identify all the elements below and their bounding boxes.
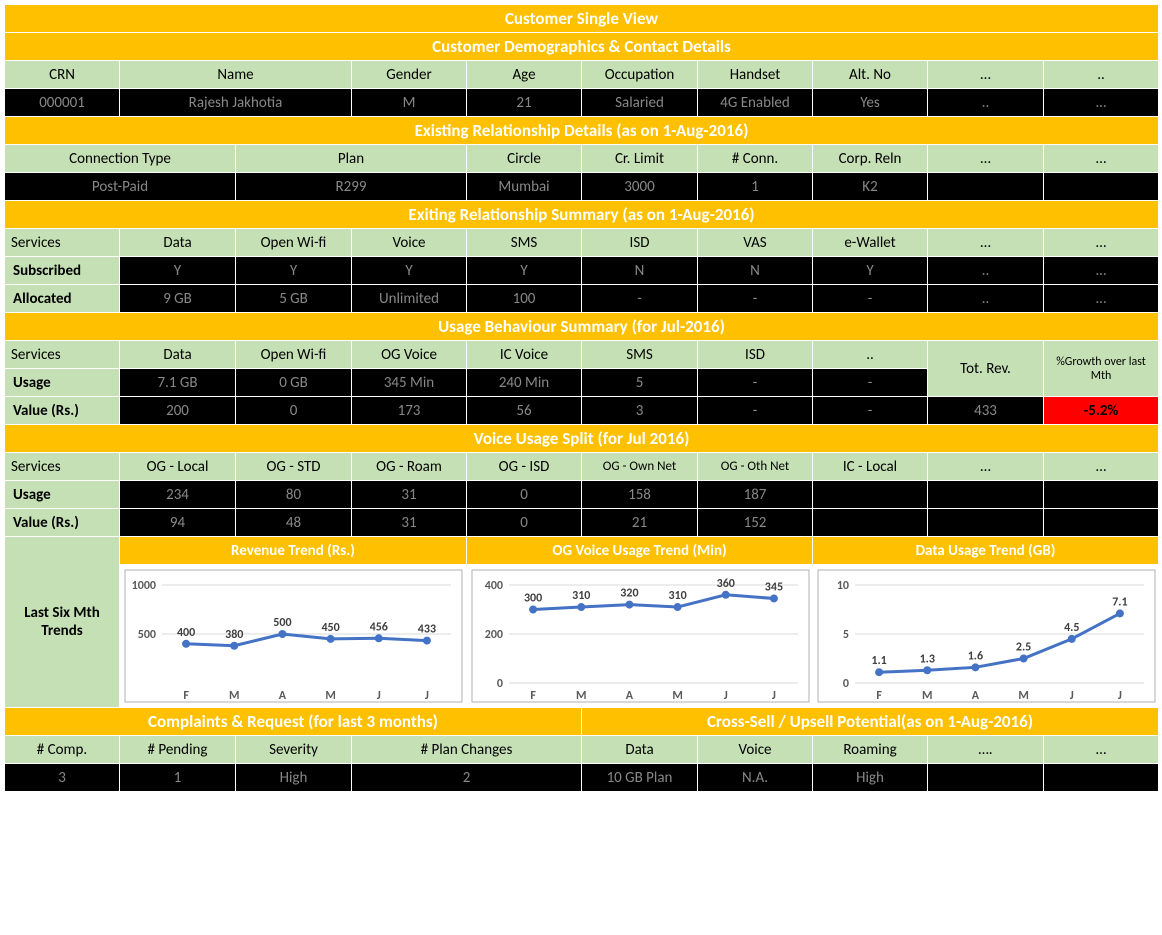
svg-text:J: J — [1118, 689, 1122, 703]
svg-text:360: 360 — [717, 577, 735, 591]
demographics-values: 000001 Rajesh Jakhotia M 21 Salaried 4G … — [5, 89, 1159, 117]
subscribed-row: Subscribed Y Y Y Y N N Y .. … — [5, 257, 1159, 285]
svg-text:M: M — [922, 689, 933, 703]
relationship-values: Post-Paid R299 Mumbai 3000 1 K2 — [5, 173, 1159, 201]
voice-headers: Services OG - Local OG - STD OG - Roam O… — [5, 453, 1159, 481]
svg-text:310: 310 — [668, 589, 686, 603]
section-complaints-title: Complaints & Request (for last 3 months) — [5, 708, 582, 736]
svg-text:300: 300 — [524, 592, 542, 606]
svg-text:0: 0 — [497, 677, 503, 691]
svg-text:J: J — [724, 689, 728, 703]
section-relationship-title: Existing Relationship Details (as on 1-A… — [5, 117, 1159, 145]
svg-text:A: A — [626, 689, 634, 703]
section-voice-title: Voice Usage Split (for Jul 2016) — [5, 425, 1159, 453]
customer-single-view-table: Customer Single View Customer Demographi… — [4, 4, 1159, 792]
page-title: Customer Single View — [5, 5, 1159, 33]
svg-text:F: F — [530, 689, 536, 703]
chart-data: 0 5 10 1.1 1.3 1.6 2.5 4.5 7.1 F M A M J J — [813, 565, 1159, 708]
svg-text:500: 500 — [273, 616, 291, 630]
demographics-headers: CRN Name Gender Age Occupation Handset A… — [5, 61, 1159, 89]
chart-revenue: 500 1000 400 380 500 450 456 433 F M A M J J — [120, 565, 467, 708]
svg-text:M: M — [229, 689, 240, 703]
svg-text:J: J — [377, 689, 381, 703]
svg-text:1.6: 1.6 — [968, 649, 983, 663]
svg-text:1.3: 1.3 — [920, 652, 935, 666]
svg-text:J: J — [425, 689, 429, 703]
svg-text:4.5: 4.5 — [1064, 621, 1079, 635]
svg-text:320: 320 — [620, 587, 638, 601]
allocated-row: Allocated 9 GB 5 GB Unlimited 100 - - - … — [5, 285, 1159, 313]
svg-text:F: F — [876, 689, 882, 703]
svg-text:450: 450 — [321, 621, 339, 635]
svg-text:7.1: 7.1 — [1112, 595, 1127, 609]
summary-headers: Services Data Open Wi-fi Voice SMS ISD V… — [5, 229, 1159, 257]
svg-text:M: M — [325, 689, 336, 703]
chart-title-data: Data Usage Trend (GB) — [813, 537, 1159, 565]
svg-text:M: M — [1018, 689, 1029, 703]
svg-text:400: 400 — [485, 579, 503, 593]
chart-title-revenue: Revenue Trend (Rs.) — [120, 537, 467, 565]
bottom-values: 3 1 High 2 10 GB Plan N.A. High — [5, 764, 1159, 792]
svg-text:J: J — [1070, 689, 1074, 703]
section-summary-title: Exiting Relationship Summary (as on 1-Au… — [5, 201, 1159, 229]
svg-text:380: 380 — [225, 628, 243, 642]
svg-text:M: M — [672, 689, 683, 703]
svg-text:200: 200 — [485, 628, 503, 642]
svg-text:J: J — [772, 689, 776, 703]
svg-text:1.1: 1.1 — [871, 654, 886, 668]
svg-text:456: 456 — [370, 620, 388, 634]
svg-text:5: 5 — [843, 628, 849, 642]
value-row: Value (Rs.) 200 0 173 56 3 - - 433 -5.2% — [5, 397, 1159, 425]
svg-text:A: A — [279, 689, 287, 703]
chart-title-voice: OG Voice Usage Trend (Min) — [467, 537, 813, 565]
svg-text:345: 345 — [765, 580, 783, 594]
bottom-headers: # Comp. # Pending Severity # Plan Change… — [5, 736, 1159, 764]
svg-text:1000: 1000 — [132, 579, 156, 593]
growth-cell: -5.2% — [1044, 397, 1159, 425]
svg-text:500: 500 — [138, 628, 156, 642]
svg-text:433: 433 — [418, 623, 436, 637]
chart-voice: 0 200 400 300 310 320 310 360 345 F M A M J J — [467, 565, 813, 708]
section-demographics-title: Customer Demographics & Contact Details — [5, 33, 1159, 61]
svg-text:F: F — [183, 689, 189, 703]
svg-text:310: 310 — [572, 589, 590, 603]
svg-text:M: M — [576, 689, 587, 703]
voice-usage-row: Usage 234 80 31 0 158 187 — [5, 481, 1159, 509]
svg-text:400: 400 — [177, 626, 195, 640]
svg-text:2.5: 2.5 — [1016, 641, 1031, 655]
voice-value-row: Value (Rs.) 94 48 31 0 21 152 — [5, 509, 1159, 537]
svg-text:10: 10 — [837, 579, 849, 593]
trends-label: Last Six Mth Trends — [5, 537, 120, 708]
relationship-headers: Connection Type Plan Circle Cr. Limit # … — [5, 145, 1159, 173]
svg-text:0: 0 — [843, 677, 849, 691]
usage-headers: Services Data Open Wi-fi OG Voice IC Voi… — [5, 341, 1159, 369]
section-usage-title: Usage Behaviour Summary (for Jul-2016) — [5, 313, 1159, 341]
svg-text:A: A — [972, 689, 980, 703]
section-crosssell-title: Cross-Sell / Upsell Potential(as on 1-Au… — [582, 708, 1159, 736]
